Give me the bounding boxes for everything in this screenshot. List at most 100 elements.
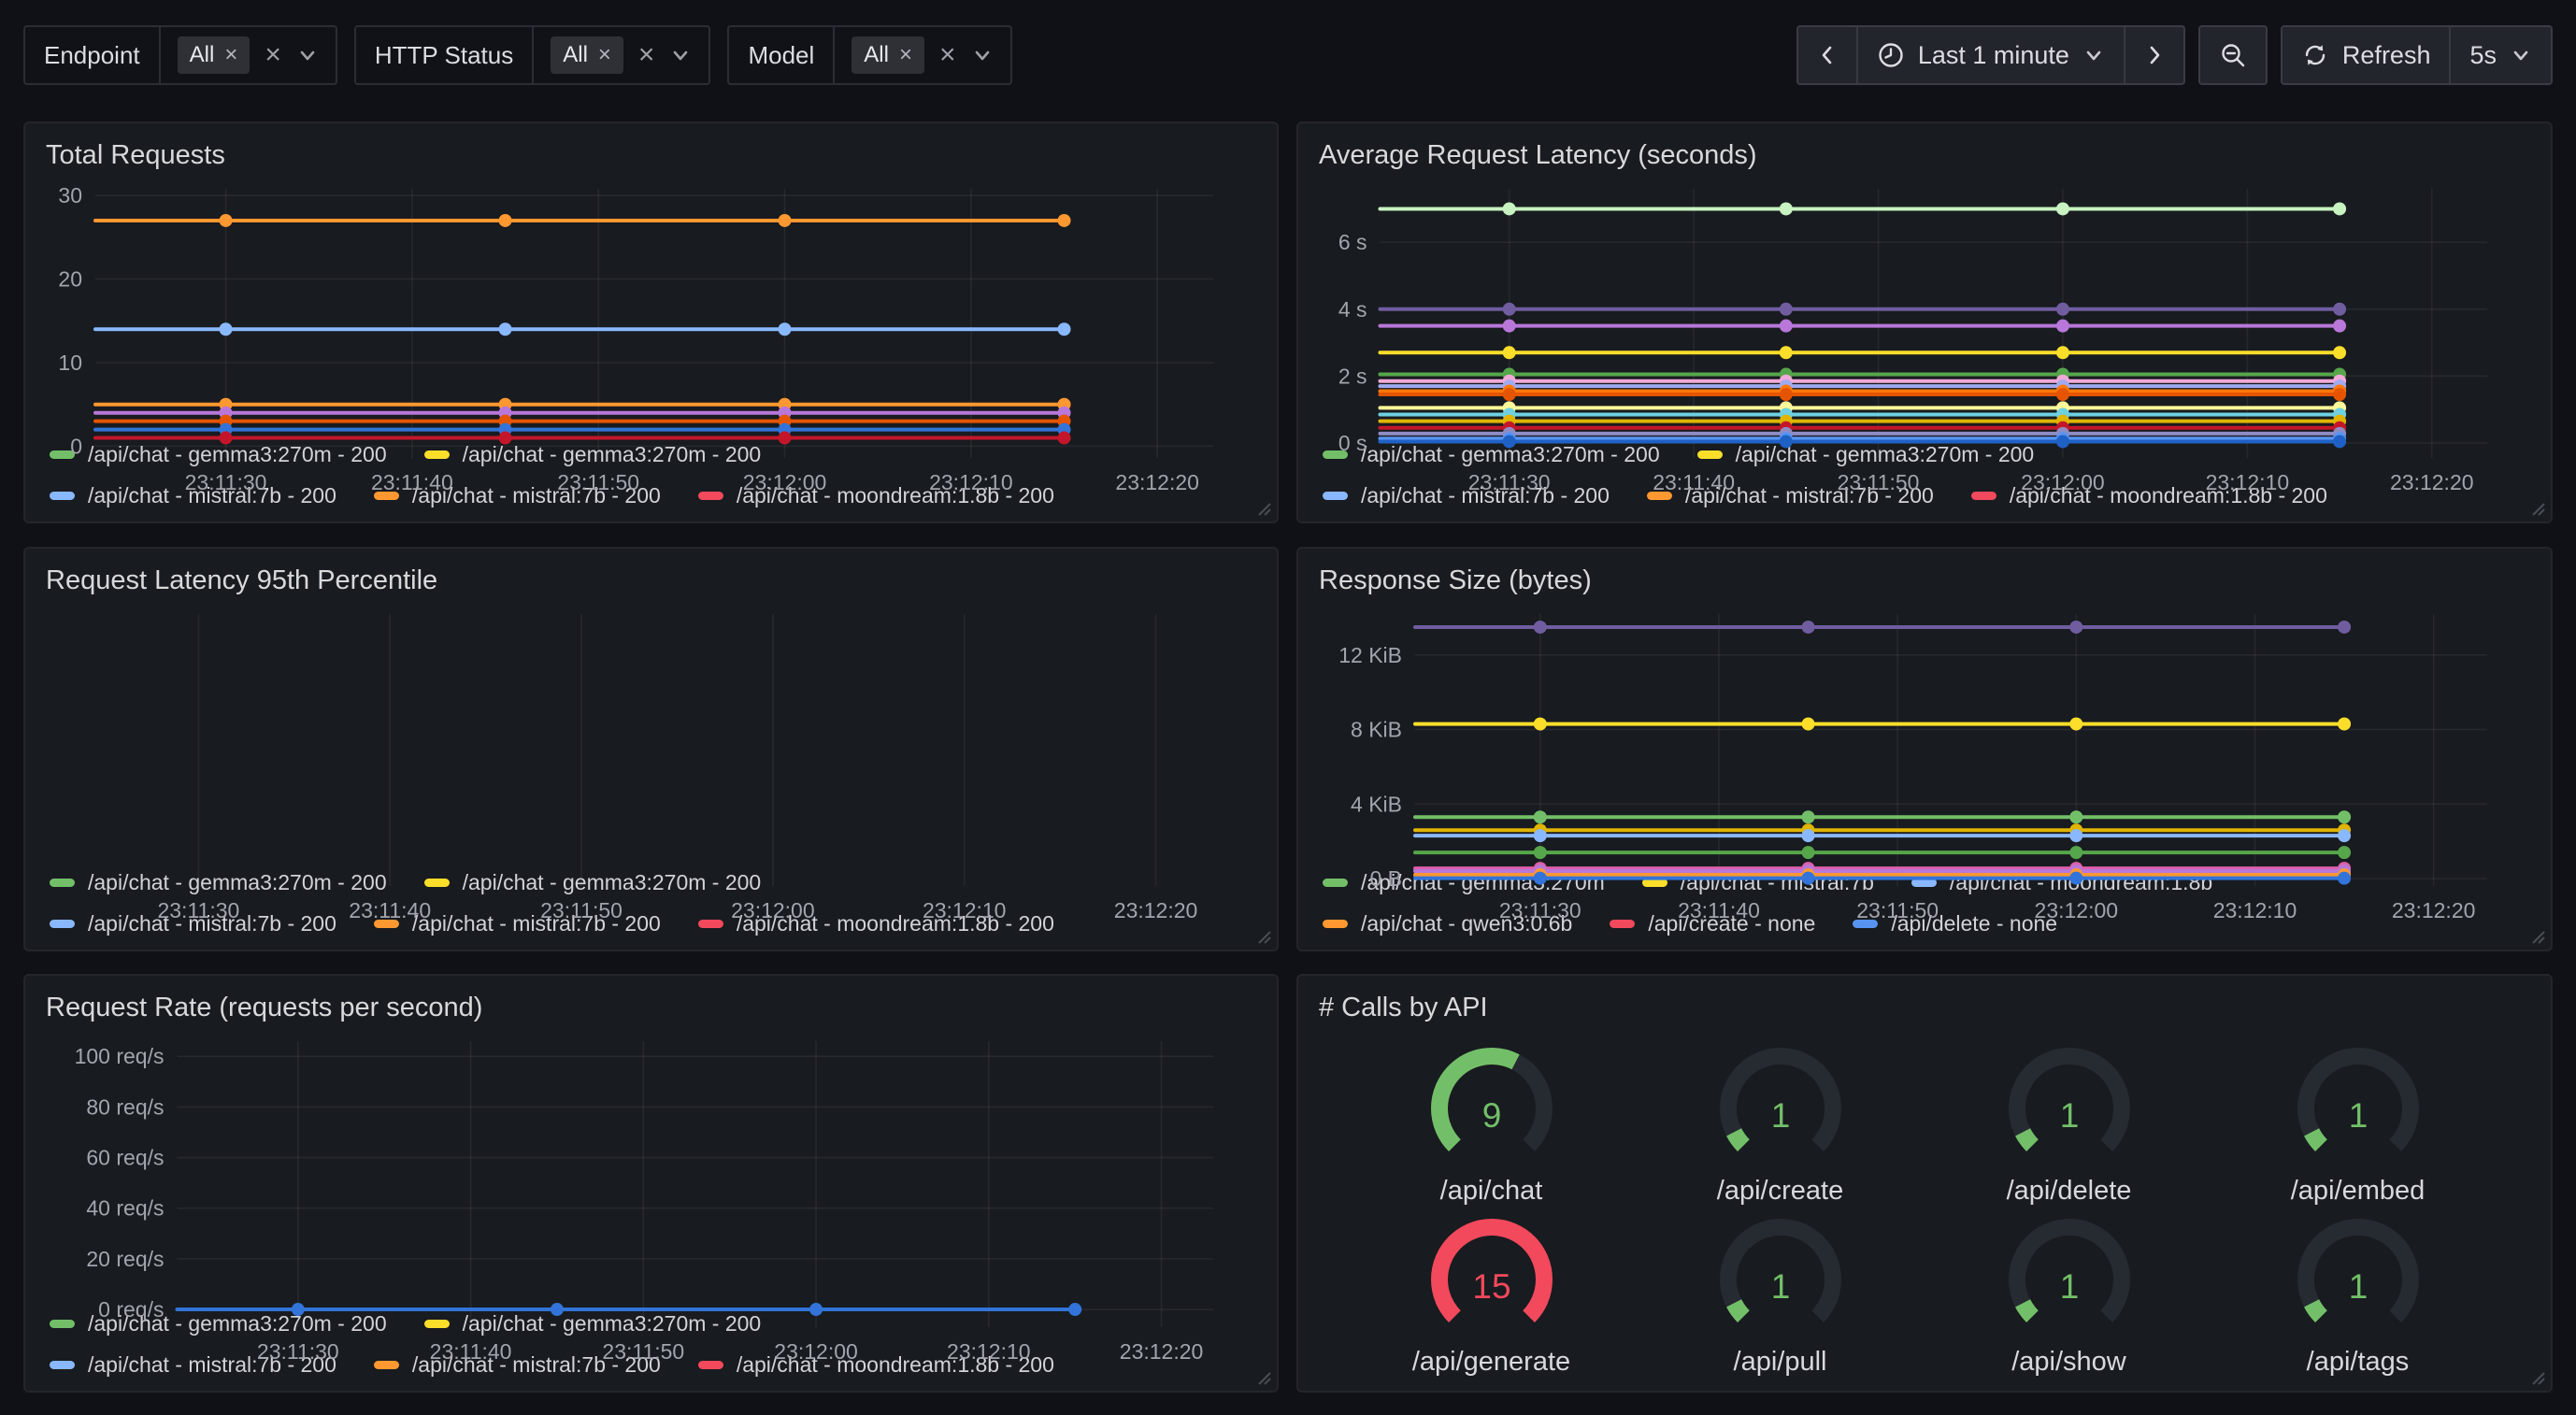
timeseries-chart[interactable]: 23:11:3023:11:4023:11:5023:12:0023:12:10…	[1319, 603, 2530, 861]
time-controls: Last 1 minute	[1796, 25, 2553, 85]
chip-remove-icon[interactable]: ×	[899, 44, 912, 66]
svg-text:23:11:40: 23:11:40	[430, 1339, 512, 1364]
gauge-label: /api/show	[2011, 1347, 2126, 1378]
gauge: 15/api/generate	[1403, 1207, 1581, 1378]
svg-text:23:12:00: 23:12:00	[731, 898, 815, 922]
filter-dropdown[interactable]: Endpoint All × ×	[23, 25, 337, 85]
svg-text:23:11:30: 23:11:30	[1499, 898, 1581, 922]
chevron-left-icon	[1817, 43, 1838, 67]
chevron-down-icon	[2510, 44, 2532, 66]
svg-text:23:12:00: 23:12:00	[774, 1339, 858, 1364]
panel-title[interactable]: Request Latency 95th Percentile	[46, 564, 437, 597]
gauge-label: /api/create	[1717, 1176, 1843, 1207]
panel-resize-handle[interactable]	[1256, 929, 1271, 944]
filter-clear-icon[interactable]: ×	[939, 41, 956, 69]
panel-average-request-latency: Average Request Latency (seconds) 23:11:…	[1296, 121, 2553, 523]
filter-selected-chip[interactable]: All ×	[852, 36, 924, 74]
panel-title[interactable]: Total Requests	[46, 138, 225, 172]
panel-resize-handle[interactable]	[2530, 1370, 2545, 1385]
chevron-down-icon[interactable]	[971, 44, 994, 66]
filter-clear-icon[interactable]: ×	[638, 41, 655, 69]
svg-text:0 s: 0 s	[1338, 431, 1367, 455]
gauge: 1/api/tags	[2269, 1207, 2447, 1378]
panel-title[interactable]: Average Request Latency (seconds)	[1319, 138, 1757, 172]
timeseries-chart[interactable]: 23:11:3023:11:4023:11:5023:12:0023:12:10…	[46, 1030, 1256, 1302]
svg-text:23:11:30: 23:11:30	[157, 898, 239, 922]
svg-text:23:11:40: 23:11:40	[371, 470, 453, 494]
panel-request-rate: Request Rate (requests per second) 23:11…	[23, 974, 1279, 1393]
panel-title[interactable]: Request Rate (requests per second)	[46, 991, 482, 1024]
timeseries-chart[interactable]: 23:11:3023:11:4023:11:5023:12:0023:12:10…	[1319, 178, 2530, 433]
svg-text:23:12:10: 23:12:10	[2213, 898, 2297, 922]
panel-resize-handle[interactable]	[1256, 1370, 1271, 1385]
filter-value-area[interactable]: All × ×	[835, 36, 1009, 74]
svg-text:23:12:00: 23:12:00	[2021, 470, 2105, 494]
gauge-value: 1	[2059, 1096, 2079, 1135]
refresh-icon	[2301, 41, 2329, 69]
panel-title[interactable]: Response Size (bytes)	[1319, 564, 1592, 597]
svg-text:23:11:50: 23:11:50	[602, 1339, 684, 1364]
svg-text:4 s: 4 s	[1338, 297, 1367, 322]
refresh-interval-picker[interactable]: 5s	[2449, 27, 2551, 83]
panel-resize-handle[interactable]	[1256, 501, 1271, 516]
chevron-down-icon	[2082, 44, 2105, 66]
panel-calls-by-api: # Calls by API 9/api/chat 1/api/create 1/a…	[1296, 974, 2553, 1393]
gauge-label: /api/delete	[2007, 1176, 2132, 1207]
chevron-down-icon[interactable]	[296, 44, 319, 66]
panel-title[interactable]: # Calls by API	[1319, 991, 1488, 1024]
timeseries-chart[interactable]: 23:11:3023:11:4023:11:5023:12:0023:12:10…	[46, 603, 1256, 861]
svg-text:10: 10	[58, 350, 82, 375]
svg-text:0: 0	[70, 435, 82, 459]
svg-text:2 s: 2 s	[1338, 364, 1367, 389]
svg-text:23:12:20: 23:12:20	[1120, 1339, 1204, 1364]
time-range-picker[interactable]: Last 1 minute	[1856, 27, 2124, 83]
filter-dropdown[interactable]: Model All × ×	[727, 25, 1011, 85]
svg-text:23:11:50: 23:11:50	[1838, 470, 1920, 494]
refresh-interval-label: 5s	[2469, 41, 2497, 70]
svg-text:6 s: 6 s	[1338, 230, 1367, 254]
svg-text:23:12:00: 23:12:00	[2035, 898, 2119, 922]
timeseries-chart[interactable]: 23:11:3023:11:4023:11:5023:12:0023:12:10…	[46, 178, 1256, 433]
svg-text:23:12:10: 23:12:10	[923, 898, 1007, 922]
filter-dropdown[interactable]: HTTP Status All × ×	[354, 25, 711, 85]
svg-text:23:12:20: 23:12:20	[1115, 470, 1199, 494]
filter-value-area[interactable]: All × ×	[161, 36, 336, 74]
zoom-out-button[interactable]	[2198, 25, 2268, 85]
clock-icon	[1877, 41, 1905, 69]
panel-resize-handle[interactable]	[2530, 501, 2545, 516]
gauge-value: 9	[1481, 1096, 1501, 1135]
panel-response-size: Response Size (bytes) 23:11:3023:11:4023…	[1296, 547, 2553, 951]
filter-selected-chip[interactable]: All ×	[551, 36, 623, 74]
gauge-label: /api/chat	[1440, 1176, 1543, 1207]
svg-text:12 KiB: 12 KiB	[1338, 643, 1402, 667]
svg-text:0 B: 0 B	[1369, 866, 1402, 891]
svg-text:4 KiB: 4 KiB	[1351, 793, 1402, 817]
svg-text:23:11:40: 23:11:40	[349, 898, 431, 922]
svg-text:60 req/s: 60 req/s	[86, 1146, 164, 1170]
gauge-label: /api/generate	[1412, 1347, 1570, 1378]
svg-text:100 req/s: 100 req/s	[75, 1044, 165, 1068]
chevron-down-icon[interactable]	[669, 44, 692, 66]
time-shift-back-button[interactable]	[1798, 27, 1856, 83]
gauge-value: 1	[2348, 1096, 2368, 1135]
svg-text:30: 30	[58, 183, 82, 207]
filter-clear-icon[interactable]: ×	[265, 41, 281, 69]
gauge-value: 1	[1770, 1267, 1790, 1306]
time-range-label: Last 1 minute	[1918, 41, 2069, 70]
refresh-group: Refresh 5s	[2281, 25, 2553, 85]
gauge-value: 1	[2348, 1267, 2368, 1306]
svg-text:20 req/s: 20 req/s	[86, 1247, 164, 1271]
time-nav-group: Last 1 minute	[1796, 25, 2185, 85]
filter-selected-chip[interactable]: All ×	[178, 36, 250, 74]
gauge-value: 1	[1770, 1096, 1790, 1135]
panel-resize-handle[interactable]	[2530, 929, 2545, 944]
filter-value-area[interactable]: All × ×	[534, 36, 708, 74]
refresh-button[interactable]: Refresh	[2283, 27, 2450, 83]
svg-text:23:12:20: 23:12:20	[2390, 470, 2474, 494]
chip-remove-icon[interactable]: ×	[598, 44, 611, 66]
svg-text:23:11:50: 23:11:50	[1856, 898, 1939, 922]
time-shift-forward-button[interactable]	[2124, 27, 2183, 83]
filter-bar: Endpoint All × × HTTP Status All × ×	[23, 25, 1012, 85]
dashboard-toolbar: Endpoint All × × HTTP Status All × ×	[0, 0, 2576, 97]
chip-remove-icon[interactable]: ×	[224, 44, 237, 66]
